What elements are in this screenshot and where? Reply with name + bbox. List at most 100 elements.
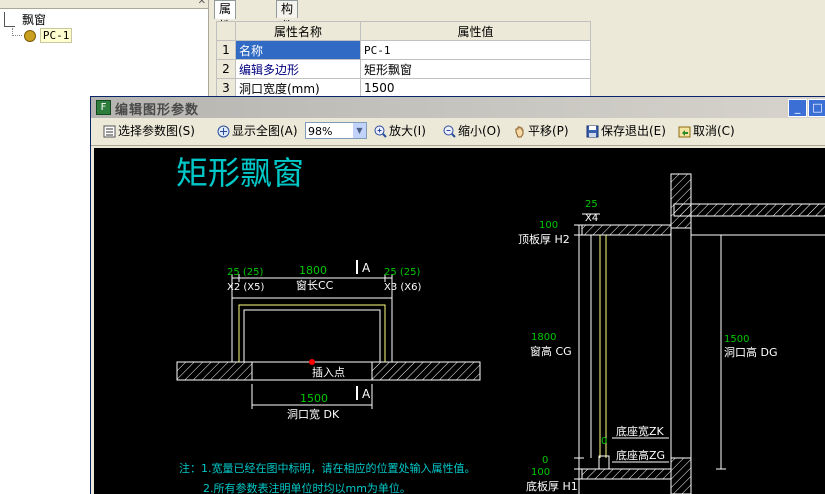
dim-x2-value: 25 (25) (227, 267, 264, 278)
dim-zg-label: 底座高ZG (616, 448, 665, 462)
dim-dk-value: 1500 (300, 392, 328, 405)
select-param-label: 选择参数图(S) (118, 124, 195, 138)
bay-inner (243, 309, 381, 362)
edit-shape-params-dialog: F 编辑图形参数 _ □ 选择参数图(S) 显示全图(A) 98% ▼ 放大(I)… (90, 96, 825, 494)
grid-header-name: 属性名称 (235, 21, 361, 41)
dim-zg-value: 0 (542, 455, 548, 466)
dim-cc-value: 1800 (299, 264, 327, 277)
diagram-heading: 矩形飘窗 (176, 154, 304, 192)
dim-cg-label: 窗高 CG (530, 344, 572, 358)
zoom-in-button[interactable]: 放大(I) (374, 123, 426, 140)
pan-label: 平移(P) (528, 124, 569, 138)
section-view: 25 X4 100 顶板厚 H2 1800 窗高 CG 0 100 底板厚 H1… (518, 173, 825, 494)
show-all-label: 显示全图(A) (232, 124, 298, 138)
dim-cc-label: 窗长CC (296, 278, 334, 292)
top-board (581, 224, 672, 236)
minimize-button[interactable]: _ (788, 99, 807, 117)
section-wall-lower (670, 457, 692, 494)
dim-h2-label: 顶板厚 H2 (518, 232, 570, 246)
gear-icon (24, 29, 36, 42)
dim-cg-value: 1800 (531, 332, 556, 343)
dialog-titlebar[interactable]: F 编辑图形参数 _ □ (91, 97, 825, 118)
grid-corner (216, 21, 236, 41)
grid-header-value: 属性值 (360, 21, 591, 41)
property-panel: 属性编辑 构件做法 属性名称 属性值 1 名称 PC-1 2 编辑多边形 矩形飘… (212, 0, 825, 98)
chevron-down-icon[interactable]: ▼ (353, 123, 366, 138)
property-value[interactable]: PC-1 (360, 40, 591, 60)
dialog-app-icon: F (96, 100, 111, 115)
dim-x3-value: 25 (25) (384, 267, 421, 278)
bottom-board (581, 468, 672, 480)
show-all-button[interactable]: 显示全图(A) (217, 123, 298, 140)
save-icon (586, 125, 599, 138)
close-icon[interactable]: ✕ (198, 0, 206, 7)
drawing-canvas[interactable]: 矩形飘窗 插入点 25 (25) X2 (X5) 1800 窗长CC 25 (2… (94, 148, 825, 494)
dim-zk-value: 0 (601, 436, 607, 447)
save-exit-button[interactable]: 保存退出(E) (586, 123, 666, 140)
tree-root-icon (4, 12, 15, 27)
bay-outer (231, 297, 393, 362)
row-number: 3 (216, 78, 236, 98)
property-value[interactable]: 矩形飘窗 (360, 59, 591, 79)
property-value[interactable]: 1500 (360, 78, 591, 98)
section-a-top: A (362, 261, 371, 275)
bay-window-frame (238, 304, 386, 362)
insert-point-marker (309, 359, 315, 365)
dim-zk-label: 底座宽ZK (616, 424, 665, 438)
dim-x2-label: X2 (X5) (227, 282, 265, 293)
section-wall-upper (670, 173, 692, 229)
zoom-in-icon (374, 125, 387, 138)
dim-dg-label: 洞口高 DG (724, 345, 778, 359)
tree-item-label: PC-1 (39, 28, 73, 43)
cancel-icon (678, 126, 691, 138)
dim-dg-value: 1500 (724, 334, 749, 345)
zoom-select[interactable]: 98% ▼ (305, 122, 367, 139)
cancel-label: 取消(C) (693, 124, 735, 138)
note-line-1: 注：1.宽量已经在图中标明，请在相应的位置处输入属性值。 (179, 461, 476, 475)
dialog-title: 编辑图形参数 (115, 103, 200, 118)
grid-header-row: 属性名称 属性值 (216, 21, 591, 41)
zoom-out-label: 缩小(O) (458, 124, 501, 138)
cancel-button[interactable]: 取消(C) (678, 123, 735, 140)
hand-icon (515, 126, 524, 138)
dim-h1-label: 底板厚 H1 (526, 479, 578, 493)
tree-header: ✕ (0, 0, 208, 9)
plan-view: 插入点 25 (25) X2 (X5) 1800 窗长CC 25 (25) X3… (176, 260, 481, 421)
dim-dk-label: 洞口宽 DK (287, 407, 340, 421)
wall-left (176, 361, 253, 381)
select-param-button[interactable]: 选择参数图(S) (103, 123, 195, 140)
pan-button[interactable]: 平移(P) (513, 123, 569, 140)
tree-connector (12, 35, 22, 37)
zoom-out-icon (443, 125, 456, 138)
note-line-2: 2.所有参数表注明单位时均以mm为单位。 (203, 481, 411, 494)
insert-point-label: 插入点 (312, 365, 345, 379)
zoom-out-button[interactable]: 缩小(O) (443, 123, 501, 140)
zoom-extents-icon (217, 125, 230, 138)
section-wall (670, 227, 692, 494)
tab-property-edit[interactable]: 属性编辑 (214, 0, 237, 67)
tree-item-pc1[interactable]: PC-1 (24, 28, 73, 43)
bay-window-diagram: 矩形飘窗 插入点 25 (25) X2 (X5) 1800 窗长CC 25 (2… (176, 154, 825, 494)
maximize-button[interactable]: □ (808, 99, 825, 117)
dim-x4-value: 25 (585, 199, 598, 210)
property-grid: 属性名称 属性值 1 名称 PC-1 2 编辑多边形 矩形飘窗 3 洞口宽度(m… (216, 21, 591, 98)
section-a-bottom: A (362, 387, 371, 401)
table-row[interactable]: 1 名称 PC-1 (216, 40, 591, 60)
property-name[interactable]: 名称 (235, 40, 361, 60)
dim-x3-label: X3 (X6) (384, 282, 422, 293)
tab-component-method[interactable]: 构件做法 (276, 0, 299, 67)
tree-root-label[interactable]: 飘窗 (22, 11, 46, 28)
wall-right (371, 361, 481, 381)
property-name[interactable]: 编辑多边形 (235, 59, 361, 79)
row-number: 2 (216, 59, 236, 79)
dialog-toolbar: 选择参数图(S) 显示全图(A) 98% ▼ 放大(I) 缩小(O) 平移(P) … (91, 118, 825, 146)
table-row[interactable]: 3 洞口宽度(mm) 1500 (216, 78, 591, 98)
zoom-in-label: 放大(I) (389, 124, 426, 138)
row-number: 1 (216, 40, 236, 60)
dim-x4-label: X4 (585, 213, 598, 224)
property-name[interactable]: 洞口宽度(mm) (235, 78, 361, 98)
table-row[interactable]: 2 编辑多边形 矩形飘窗 (216, 59, 591, 79)
upper-floor-slab (673, 203, 825, 217)
zoom-value: 98% (308, 125, 333, 138)
dim-h2-value: 100 (539, 220, 558, 231)
